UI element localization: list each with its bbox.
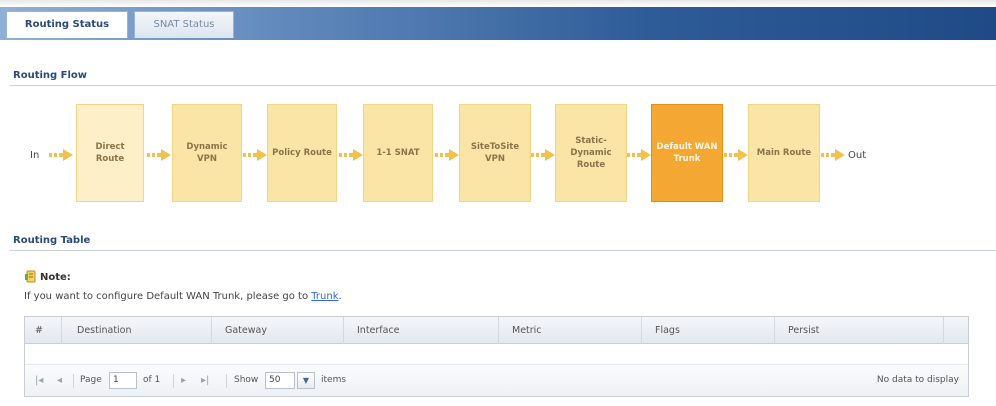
- note-period: .: [338, 291, 342, 302]
- flow-arrow-icon: [821, 149, 845, 161]
- flow-step-static-dynamic-route: Static-Dynamic Route: [555, 104, 627, 202]
- note-icon: [25, 270, 36, 283]
- flow-arrow-icon: [243, 149, 267, 161]
- flow-step-sitetosite-vpn: SiteToSite VPN: [459, 104, 531, 202]
- column-separator: [343, 317, 344, 344]
- flow-step-direct-route: Direct Route: [76, 104, 144, 202]
- pager-divider: [173, 374, 174, 388]
- first-page-button[interactable]: |◂: [35, 375, 43, 386]
- column-separator: [211, 317, 212, 344]
- routing-table-rule: [10, 250, 996, 251]
- flow-step-1-1-snat: 1-1 SNAT: [363, 104, 433, 202]
- routing-table-grid: # Destination Gateway Interface Metric F…: [24, 316, 969, 397]
- show-label: Show: [234, 375, 259, 385]
- flow-arrow-icon: [49, 149, 73, 161]
- pagination-bar: |◂ ◂ Page 1 of 1 ▸ ▸| Show 50 ▼ items No…: [25, 366, 968, 396]
- top-shade: [0, 0, 996, 7]
- routing-flow-rule: [10, 85, 996, 86]
- flow-arrow-icon: [435, 149, 459, 161]
- next-page-button[interactable]: ▸: [181, 375, 186, 386]
- column-separator: [61, 317, 62, 344]
- note-message: If you want to configure Default WAN Tru…: [24, 291, 312, 302]
- flow-arrow-icon: [339, 149, 363, 161]
- column-header-destination[interactable]: Destination: [77, 325, 132, 336]
- flow-arrow-icon: [147, 149, 171, 161]
- page-of-label: of 1: [143, 375, 161, 385]
- page-label: Page: [80, 375, 102, 385]
- pager-divider: [226, 374, 227, 388]
- routing-table-title: Routing Table: [13, 235, 91, 246]
- column-header-number[interactable]: #: [35, 325, 43, 336]
- trunk-link[interactable]: Trunk: [311, 291, 338, 302]
- column-header-flags[interactable]: Flags: [655, 325, 680, 336]
- prev-page-button[interactable]: ◂: [57, 375, 62, 386]
- chevron-down-icon[interactable]: ▼: [297, 372, 315, 389]
- flow-arrow-icon: [531, 149, 555, 161]
- flow-out-label: Out: [848, 150, 867, 161]
- column-separator: [943, 317, 944, 344]
- flow-step-main-route: Main Route: [748, 104, 820, 202]
- flow-arrow-icon: [724, 149, 748, 161]
- column-separator: [641, 317, 642, 344]
- column-separator: [774, 317, 775, 344]
- pager-divider: [73, 374, 74, 388]
- column-separator: [498, 317, 499, 344]
- column-header-interface[interactable]: Interface: [357, 325, 400, 336]
- top-strip: [0, 0, 996, 7]
- flow-step-dynamic-vpn: Dynamic VPN: [172, 104, 242, 202]
- routing-flow-title: Routing Flow: [13, 70, 88, 81]
- column-header-persist[interactable]: Persist: [788, 325, 819, 336]
- column-header-gateway[interactable]: Gateway: [225, 325, 267, 336]
- flow-in-label: In: [30, 150, 40, 161]
- flow-arrow-icon: [627, 149, 651, 161]
- page-number-input[interactable]: 1: [109, 372, 137, 389]
- flow-step-policy-route: Policy Route: [267, 104, 337, 202]
- flow-step-default-wan-trunk: Default WAN Trunk: [651, 104, 723, 202]
- last-page-button[interactable]: ▸|: [201, 375, 209, 386]
- tab-routing-status[interactable]: Routing Status: [6, 11, 128, 38]
- note-text: If you want to configure Default WAN Tru…: [24, 291, 342, 302]
- items-label: items: [321, 375, 347, 385]
- note-title: Note:: [40, 272, 71, 283]
- table-body-empty: [25, 345, 968, 365]
- column-header-metric[interactable]: Metric: [512, 325, 542, 336]
- tab-bar: Routing Status SNAT Status: [0, 7, 996, 40]
- empty-table-message: No data to display: [876, 375, 959, 385]
- page-size-select[interactable]: 50: [265, 372, 295, 389]
- table-header: # Destination Gateway Interface Metric F…: [25, 317, 968, 344]
- tab-snat-status[interactable]: SNAT Status: [134, 11, 234, 38]
